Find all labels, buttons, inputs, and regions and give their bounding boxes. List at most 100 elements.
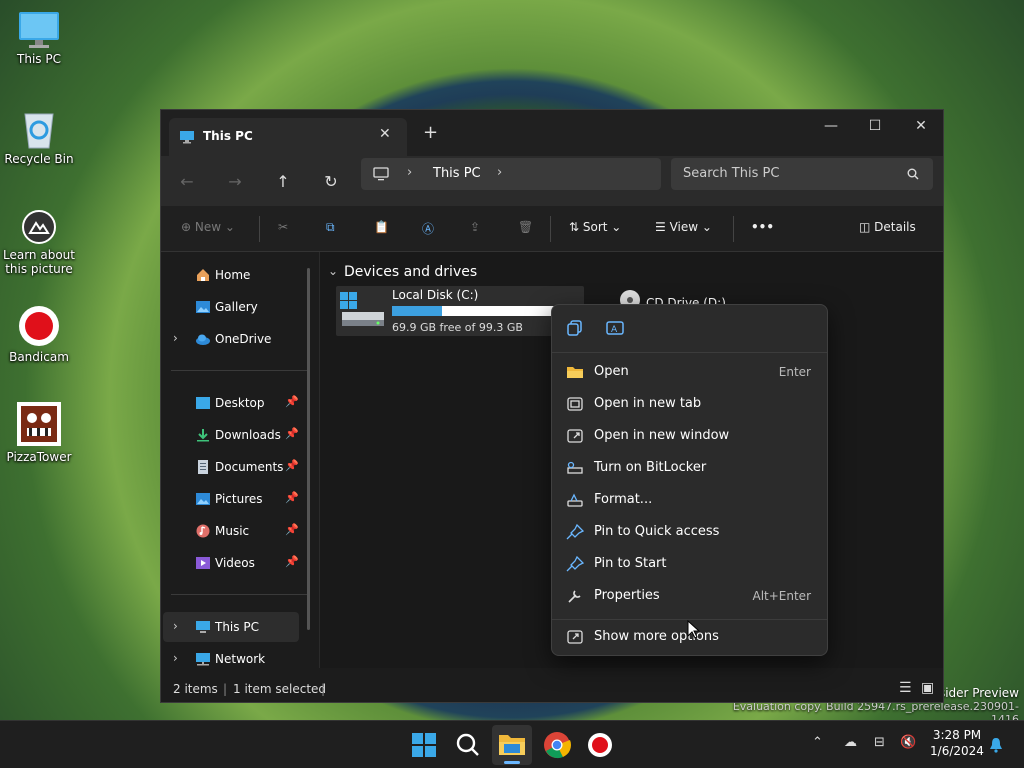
maximize-icon[interactable]: ☐ xyxy=(865,118,885,138)
back-icon[interactable]: ← xyxy=(175,170,199,194)
search-input[interactable]: Search This PC xyxy=(671,158,933,190)
context-item-open[interactable]: Open Enter xyxy=(556,357,823,387)
search-icon[interactable] xyxy=(452,729,484,761)
drive-name: Local Disk (C:) xyxy=(392,288,479,302)
new-tab-icon xyxy=(567,397,583,411)
sidebar-item-label: Home xyxy=(215,268,251,282)
context-item-label: Turn on BitLocker xyxy=(594,460,707,475)
chrome-icon[interactable] xyxy=(541,729,573,761)
address-bar: ← → ↑ ↻ › This PC › Search This PC xyxy=(161,156,943,206)
clock[interactable]: 3:28 PM 1/6/2024 xyxy=(928,727,986,759)
home-icon xyxy=(197,269,209,281)
context-item-pin-start[interactable]: Pin to Start xyxy=(556,549,823,579)
desktop-icon-this-pc[interactable]: This PC xyxy=(1,10,77,66)
search-icon xyxy=(907,168,919,180)
context-item-label: Open in new tab xyxy=(594,396,702,411)
context-item-pin-quick-access[interactable]: Pin to Quick access xyxy=(556,517,823,547)
forward-icon[interactable]: → xyxy=(223,170,247,194)
drive-usage-bar xyxy=(392,306,562,316)
new-tab-icon[interactable]: + xyxy=(423,124,438,142)
network-icon[interactable]: ⊟ xyxy=(874,735,885,750)
sidebar-divider xyxy=(171,370,309,371)
close-window-icon[interactable]: ✕ xyxy=(911,118,931,138)
monitor-icon xyxy=(180,131,194,144)
close-tab-icon[interactable]: ✕ xyxy=(379,126,391,142)
desktop-icon-bandicam[interactable]: Bandicam xyxy=(1,304,77,364)
sidebar-item-this-pc[interactable]: › This PC xyxy=(163,612,299,642)
new-window-icon xyxy=(567,429,583,443)
sidebar-item-label: OneDrive xyxy=(215,332,272,346)
toolbar-divider xyxy=(259,216,260,242)
rename-icon[interactable]: A xyxy=(606,319,624,337)
sidebar-item-videos[interactable]: Videos 📌 xyxy=(163,548,299,578)
drive-usage-fill xyxy=(392,306,443,316)
view-button[interactable]: ☰ View ⌄ xyxy=(655,220,712,234)
desktop-icon-recycle-bin[interactable]: Recycle Bin xyxy=(1,108,77,166)
onedrive-offline-icon[interactable]: ☁ xyxy=(844,735,857,750)
paste-icon[interactable]: 📋 xyxy=(374,220,389,234)
sidebar-item-pictures[interactable]: Pictures 📌 xyxy=(163,484,299,514)
minimize-icon[interactable]: — xyxy=(821,118,841,138)
breadcrumb-this-pc[interactable]: This PC xyxy=(433,166,481,181)
sidebar-scrollbar[interactable] xyxy=(307,268,310,630)
cut-icon[interactable]: ✂ xyxy=(278,220,288,234)
copy-icon[interactable] xyxy=(566,319,584,337)
pin-icon: 📌 xyxy=(285,395,299,408)
chevron-right-icon[interactable]: › xyxy=(173,331,178,345)
new-button[interactable]: ⊕ New ⌄ xyxy=(181,220,235,234)
context-item-open-new-tab[interactable]: Open in new tab xyxy=(556,389,823,419)
toolbar-divider xyxy=(550,216,551,242)
drive-icon xyxy=(340,292,384,326)
refresh-icon[interactable]: ↻ xyxy=(319,170,343,194)
taskbar-app-file-explorer[interactable] xyxy=(492,725,532,765)
copy-icon[interactable]: ⧉ xyxy=(326,220,335,235)
chevron-right-icon[interactable]: › xyxy=(173,651,178,665)
details-button[interactable]: ◫ Details xyxy=(859,220,916,234)
start-icon[interactable] xyxy=(408,729,440,761)
breadcrumb-chevron-icon[interactable]: › xyxy=(407,165,412,180)
sort-button[interactable]: ⇅ Sort ⌄ xyxy=(569,220,621,234)
sidebar-item-downloads[interactable]: Downloads 📌 xyxy=(163,420,299,450)
context-item-properties[interactable]: Properties Alt+Enter xyxy=(556,581,823,611)
share-icon[interactable]: ⇪ xyxy=(470,220,480,234)
breadcrumb[interactable]: › This PC › xyxy=(361,158,661,190)
search-placeholder: Search This PC xyxy=(683,166,780,181)
sidebar-item-desktop[interactable]: Desktop 📌 xyxy=(163,388,299,418)
drive-local-disk-c[interactable]: Local Disk (C:) 69.9 GB free of 99.3 GB xyxy=(336,286,584,336)
details-view-icon[interactable]: ☰ xyxy=(899,680,912,696)
rename-icon[interactable]: Ⓐ xyxy=(422,220,434,237)
chevron-up-icon[interactable]: ⌃ xyxy=(812,735,823,750)
chevron-right-icon[interactable]: › xyxy=(173,619,178,633)
status-divider: | xyxy=(321,682,326,696)
bandicam-record-icon[interactable] xyxy=(584,729,616,761)
context-item-open-new-window[interactable]: Open in new window xyxy=(556,421,823,451)
sidebar-item-label: This PC xyxy=(215,620,259,634)
breadcrumb-chevron-icon[interactable]: › xyxy=(497,165,502,180)
monitor-outline-icon xyxy=(373,167,389,181)
wrench-icon xyxy=(568,590,581,603)
context-item-format[interactable]: Format... xyxy=(556,485,823,515)
context-item-bitlocker[interactable]: Turn on BitLocker xyxy=(556,453,823,483)
selection-count: 1 item selected xyxy=(233,682,327,696)
context-quick-actions: A xyxy=(552,305,827,353)
pin-icon: 📌 xyxy=(285,459,299,472)
clock-date: 1/6/2024 xyxy=(930,744,984,758)
chevron-down-icon[interactable]: ⌄ xyxy=(328,264,338,278)
desktop-icon-pizzatower[interactable]: PizzaTower xyxy=(1,400,77,464)
sidebar-item-music[interactable]: Music 📌 xyxy=(163,516,299,546)
tab-this-pc[interactable]: This PC ✕ xyxy=(169,118,407,156)
more-options-icon[interactable]: ••• xyxy=(751,220,774,234)
sidebar-item-network[interactable]: › Network xyxy=(163,644,299,674)
tiles-view-icon[interactable]: ▣ xyxy=(921,680,934,696)
delete-icon[interactable]: 🗑 xyxy=(518,220,533,234)
sidebar-item-onedrive[interactable]: › OneDrive xyxy=(163,324,299,354)
sidebar-item-gallery[interactable]: Gallery xyxy=(163,292,299,322)
context-item-shortcut: Enter xyxy=(778,365,811,379)
notification-bell-icon[interactable] xyxy=(988,737,1004,753)
up-icon[interactable]: ↑ xyxy=(271,170,295,194)
sidebar-item-documents[interactable]: Documents 📌 xyxy=(163,452,299,482)
sidebar-item-home[interactable]: Home xyxy=(163,260,299,290)
volume-muted-icon[interactable]: 🔇 xyxy=(900,735,916,750)
desktop-icon-learn-picture[interactable]: Learn about this picture xyxy=(1,208,77,276)
pin-icon: 📌 xyxy=(285,523,299,536)
